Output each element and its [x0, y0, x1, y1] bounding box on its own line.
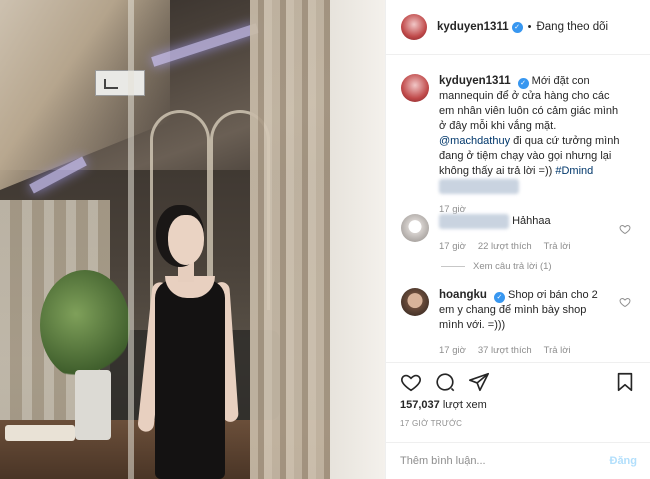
- follow-status-button[interactable]: Đang theo dõi: [536, 21, 608, 33]
- post-header: kyduyen1311 ✓ • Đang theo dõi: [386, 0, 650, 55]
- share-icon[interactable]: [468, 371, 490, 393]
- blurred-text: xxxxxxxxxxx: [439, 179, 519, 194]
- heart-icon[interactable]: [400, 371, 422, 393]
- mannequin: [168, 215, 204, 265]
- commenter-username-blurred[interactable]: xxxxxxx: [439, 214, 509, 229]
- hashtag-link[interactable]: #Dmind: [555, 165, 593, 177]
- comment-likes[interactable]: 37 lượt thích: [478, 343, 532, 358]
- like-comment-icon[interactable]: [619, 296, 631, 308]
- caption-avatar[interactable]: [401, 74, 429, 102]
- comment-input[interactable]: [400, 455, 610, 467]
- post-timestamp[interactable]: 17 GIỜ TRƯỚC: [400, 419, 462, 428]
- view-replies-button[interactable]: Xem câu trả lời (1): [441, 261, 552, 272]
- post-actions: 157,037 lượt xem 17 GIỜ TRƯỚC: [386, 362, 650, 442]
- comment-time[interactable]: 17 giờ: [439, 343, 466, 358]
- comment-likes[interactable]: 22 lượt thích: [478, 239, 532, 254]
- separator-dot: •: [527, 21, 532, 33]
- comment-text: Hảhhaa: [512, 215, 551, 227]
- reply-button[interactable]: Trả lời: [544, 239, 571, 254]
- comment-composer: Đăng: [386, 442, 650, 479]
- author-avatar[interactable]: [401, 14, 427, 40]
- like-comment-icon[interactable]: [619, 223, 631, 235]
- mannequin-dress: [155, 276, 225, 479]
- commenter-avatar[interactable]: [401, 214, 429, 242]
- comment-time[interactable]: 17 giờ: [439, 239, 466, 254]
- post-comment-button[interactable]: Đăng: [610, 455, 638, 467]
- exit-sign: [95, 70, 145, 96]
- comments-list[interactable]: kyduyen1311 ✓ Mới đặt con mannequin để ở …: [386, 56, 650, 360]
- author-username[interactable]: kyduyen1311: [437, 21, 509, 33]
- view-replies-label: Xem câu trả lời (1): [473, 261, 552, 272]
- comment-item: hoangku ✓ Shop ơi bán cho 2 em y chang để…: [401, 288, 609, 358]
- caption: kyduyen1311 ✓ Mới đặt con mannequin để ở …: [401, 74, 624, 217]
- verified-icon: ✓: [511, 21, 523, 33]
- view-count[interactable]: 157,037 lượt xem: [400, 399, 487, 411]
- view-count-label: lượt xem: [442, 399, 487, 411]
- post-sidebar: kyduyen1311 ✓ • Đang theo dõi kyduyen131…: [385, 0, 650, 479]
- post-photo[interactable]: [0, 0, 385, 479]
- commenter-avatar[interactable]: [401, 288, 429, 316]
- caption-username[interactable]: kyduyen1311: [439, 75, 511, 87]
- view-count-number: 157,037: [400, 399, 440, 411]
- mention-link[interactable]: @machdathuy: [439, 135, 510, 147]
- comment-icon[interactable]: [434, 371, 456, 393]
- reply-button[interactable]: Trả lời: [544, 343, 571, 358]
- commenter-username[interactable]: hoangku: [439, 289, 487, 301]
- comment-item: xxxxxxx Hảhhaa 17 giờ 22 lượt thích Trả …: [401, 214, 629, 254]
- bookmark-icon[interactable]: [614, 371, 636, 393]
- verified-icon: ✓: [517, 78, 529, 89]
- verified-icon: ✓: [493, 292, 505, 303]
